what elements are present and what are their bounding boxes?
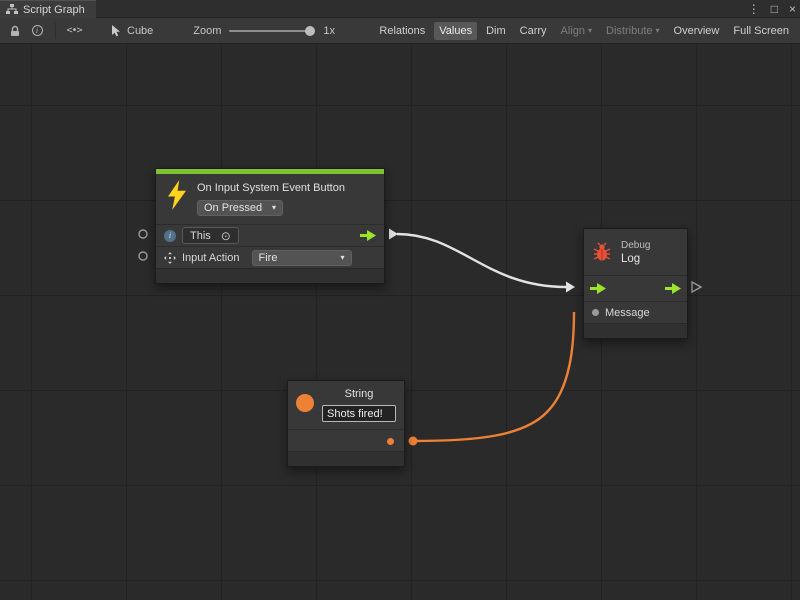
node-title: Log (621, 253, 650, 265)
zoom-scale-value: 1x (323, 25, 335, 37)
node-header: On Input System Event Button On Pressed … (156, 174, 384, 224)
label: Full Screen (733, 25, 789, 37)
info-icon[interactable]: i (26, 21, 48, 41)
node-footer (156, 268, 384, 283)
zoom-slider-handle[interactable] (305, 26, 315, 36)
node-string-literal[interactable]: String (287, 380, 405, 467)
node-footer (584, 323, 687, 338)
node-header: String (288, 381, 404, 429)
string-type-icon (296, 394, 314, 412)
control-output-port[interactable] (665, 283, 681, 294)
code-view-icon[interactable]: <•> (63, 21, 85, 41)
port-row-input-action: Input Action Fire ▾ (156, 246, 384, 268)
align-button[interactable]: Align ▾ (556, 22, 597, 40)
carry-button[interactable]: Carry (515, 22, 552, 40)
control-port-row (584, 275, 687, 301)
distribute-button[interactable]: Distribute ▾ (601, 22, 664, 40)
node-header: Debug Log (584, 229, 687, 275)
string-output-port[interactable] (387, 438, 394, 445)
bug-icon (592, 242, 612, 262)
node-title: String (322, 388, 396, 400)
label: On Pressed (204, 202, 262, 214)
string-value-input[interactable] (322, 405, 396, 422)
label: Align (561, 25, 585, 37)
label: Input Action (182, 252, 240, 264)
unity-script-graph-window: Script Graph ⋮ □ × i <•> Cube (0, 0, 800, 600)
overview-button[interactable]: Overview (669, 22, 725, 40)
control-input-port[interactable] (590, 283, 606, 294)
relations-button[interactable]: Relations (374, 22, 430, 40)
label: Message (605, 307, 650, 319)
pointer-icon (111, 25, 122, 37)
chevron-down-icon: ▾ (656, 27, 660, 35)
chevron-down-icon: ▾ (588, 27, 592, 35)
node-on-input-system-event-button[interactable]: On Input System Event Button On Pressed … (155, 168, 385, 284)
chevron-down-icon: ▾ (272, 204, 276, 212)
dim-button[interactable]: Dim (481, 22, 511, 40)
toolbar-right-buttons: Relations Values Dim Carry Align ▾ Distr… (374, 22, 796, 40)
port-row-this: i This ⊙ (156, 224, 384, 246)
zoom-slider[interactable] (229, 30, 315, 32)
window-controls: ⋮ □ × (748, 0, 796, 18)
input-action-dropdown[interactable]: Fire ▾ (252, 250, 352, 266)
lightning-bolt-icon (166, 180, 188, 210)
full-screen-button[interactable]: Full Screen (728, 22, 794, 40)
close-icon[interactable]: × (789, 0, 796, 18)
event-type-dropdown[interactable]: On Pressed ▾ (197, 200, 283, 216)
title-bar: Script Graph ⋮ □ × (0, 0, 800, 18)
toolbar-divider (55, 23, 56, 39)
port-row-message: Message (584, 301, 687, 323)
input-action-icon (164, 252, 176, 264)
node-debug-log[interactable]: Debug Log Message (583, 228, 688, 339)
object-picker-icon[interactable]: ⊙ (221, 230, 231, 242)
label: Overview (674, 25, 720, 37)
node-footer (288, 451, 404, 466)
chevron-down-icon: ▾ (340, 254, 344, 262)
window-menu-icon[interactable]: ⋮ (748, 0, 760, 18)
this-object-field[interactable]: This ⊙ (182, 227, 239, 244)
graph-icon (6, 4, 18, 15)
label: Carry (520, 25, 547, 37)
graph-object-label: Cube (127, 25, 153, 37)
control-output-port[interactable] (360, 230, 376, 241)
node-title: On Input System Event Button (197, 182, 376, 194)
values-button[interactable]: Values (434, 22, 477, 40)
zoom-control: Zoom 1x (193, 25, 335, 37)
label: Values (439, 25, 472, 37)
node-category: Debug (621, 240, 650, 251)
label: Relations (379, 25, 425, 37)
info-icon: i (164, 230, 176, 242)
zoom-label: Zoom (193, 25, 221, 37)
message-input-port[interactable] (592, 309, 599, 316)
label: This (190, 230, 211, 242)
label: Dim (486, 25, 506, 37)
output-port-row (288, 429, 404, 451)
tab-title: Script Graph (23, 4, 85, 16)
graph-object-selector[interactable]: Cube (111, 25, 153, 37)
graph-toolbar: i <•> Cube Zoom 1x Relations Values (0, 18, 800, 44)
lock-icon[interactable] (4, 21, 26, 41)
tab-script-graph[interactable]: Script Graph (0, 0, 96, 18)
label: Distribute (606, 25, 652, 37)
label: Fire (259, 252, 278, 264)
maximize-icon[interactable]: □ (771, 0, 778, 18)
